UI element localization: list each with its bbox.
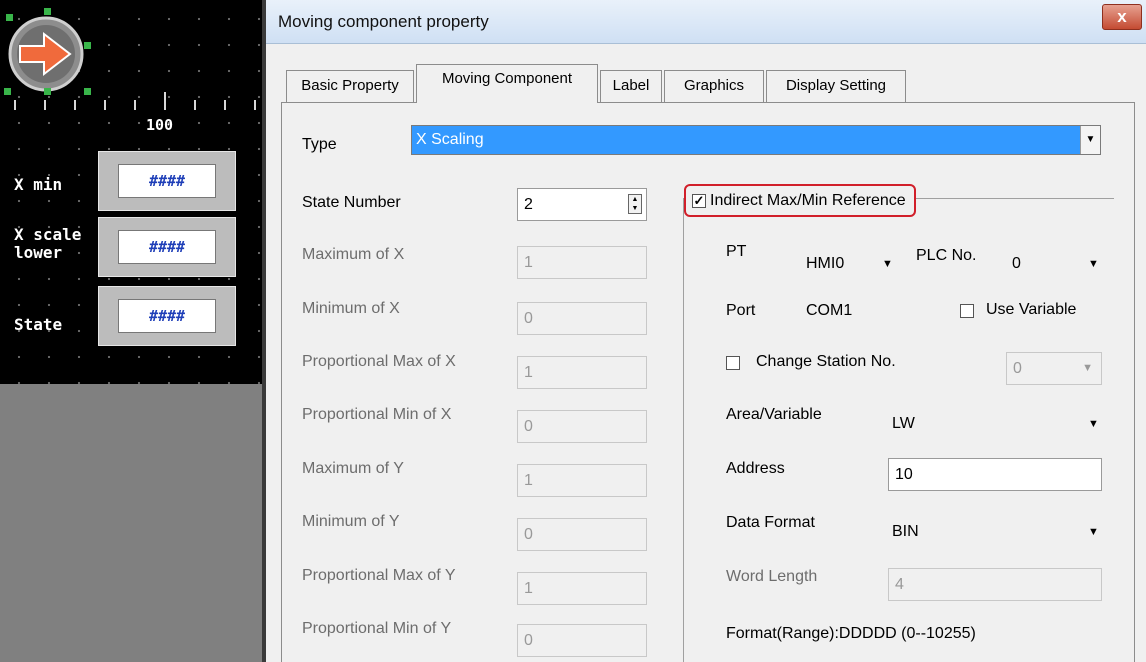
indirect-reference-callout[interactable]: Indirect Max/Min Reference (684, 184, 916, 217)
address-label: Address (726, 460, 785, 477)
ruler-tick (44, 100, 46, 110)
change-station-label: Change Station No. (756, 353, 896, 370)
plc-no-label: PLC No. (916, 247, 977, 264)
selection-handle[interactable] (84, 42, 91, 49)
chevron-down-icon[interactable]: ▼ (1080, 126, 1100, 154)
state-display[interactable]: #### (98, 286, 236, 346)
proportional-max-of-y-field: 1 (517, 572, 647, 605)
plc-no-value: 0 (1012, 255, 1021, 272)
area-variable-select[interactable]: LW ▼ (892, 412, 1104, 436)
proportional-max-of-x-label: Proportional Max of X (302, 353, 456, 370)
tab-basic-property[interactable]: Basic Property (286, 70, 414, 102)
moving-component-dialog: Moving component property x Basic Proper… (266, 0, 1146, 662)
state-value: #### (118, 299, 216, 333)
type-label: Type (302, 136, 337, 153)
ruler-tick (164, 92, 166, 110)
close-icon: x (1117, 7, 1127, 26)
pt-value: HMI0 (806, 255, 845, 272)
maximum-of-y-label: Maximum of Y (302, 460, 404, 477)
x-scale-lower-value: #### (118, 230, 216, 264)
ruler-tick (104, 100, 106, 110)
station-no-value: 0 (1013, 360, 1022, 377)
ruler-value: 100 (146, 116, 174, 134)
x-min-display[interactable]: #### (98, 151, 236, 211)
hmi-editor-canvas: 100 X min #### X scale lower #### State … (0, 0, 262, 662)
change-station-checkbox[interactable] (726, 356, 740, 370)
use-variable-label: Use Variable (986, 301, 1077, 318)
x-min-label: X min (14, 175, 63, 194)
proportional-min-of-y-field: 0 (517, 624, 647, 657)
minimum-of-x-field: 0 (517, 302, 647, 335)
plc-no-select[interactable]: 0 ▼ (1012, 252, 1102, 276)
address-input[interactable]: 10 (888, 458, 1102, 491)
station-no-select: 0 ▼ (1006, 352, 1102, 385)
close-button[interactable]: x (1102, 4, 1142, 30)
x-min-value: #### (118, 164, 216, 198)
tab-moving-component[interactable]: Moving Component (416, 64, 598, 103)
scale-ruler (0, 92, 262, 110)
state-number-value: 2 (524, 196, 533, 213)
ruler-tick (224, 100, 226, 110)
x-scale-lower-display[interactable]: #### (98, 217, 236, 277)
x-scale-lower-label: X scale lower (14, 225, 82, 262)
ruler-tick (134, 100, 136, 110)
ruler-tick (14, 100, 16, 110)
word-length-field: 4 (888, 568, 1102, 601)
hmi-screen: 100 X min #### X scale lower #### State … (0, 0, 262, 384)
type-select[interactable]: X Scaling ▼ (411, 125, 1101, 155)
tab-graphics[interactable]: Graphics (664, 70, 764, 102)
port-label: Port (726, 302, 756, 319)
tab-display-setting[interactable]: Display Setting (766, 70, 906, 102)
type-select-value: X Scaling (416, 131, 484, 148)
area-variable-value: LW (892, 415, 915, 432)
format-range-text: Format(Range):DDDDD (0--10255) (726, 625, 976, 642)
state-number-label: State Number (302, 194, 401, 211)
maximum-of-x-label: Maximum of X (302, 246, 405, 263)
minimum-of-y-field: 0 (517, 518, 647, 551)
proportional-max-of-x-field: 1 (517, 356, 647, 389)
maximum-of-x-field: 1 (517, 246, 647, 279)
pt-select[interactable]: HMI0 ▼ (806, 252, 896, 276)
chevron-down-icon: ▼ (1088, 418, 1099, 430)
data-format-label: Data Format (726, 514, 815, 531)
proportional-min-of-x-label: Proportional Min of X (302, 406, 452, 423)
word-length-label: Word Length (726, 568, 818, 585)
indirect-reference-checkbox[interactable]: ✓ (692, 194, 706, 208)
minimum-of-x-label: Minimum of X (302, 300, 400, 317)
proportional-min-of-x-field: 0 (517, 410, 647, 443)
selection-handle[interactable] (6, 14, 13, 21)
proportional-max-of-y-label: Proportional Max of Y (302, 567, 456, 584)
indirect-reference-label: Indirect Max/Min Reference (710, 192, 906, 209)
area-variable-label: Area/Variable (726, 406, 822, 423)
proportional-min-of-y-label: Proportional Min of Y (302, 620, 452, 637)
arrow-knob-icon[interactable] (6, 14, 86, 94)
state-number-spinner[interactable]: 2 ▲ ▼ (517, 188, 647, 221)
pt-label: PT (726, 243, 747, 260)
spinner-arrows-icon[interactable]: ▲ ▼ (628, 194, 642, 214)
use-variable-checkbox[interactable] (960, 304, 974, 318)
data-format-value: BIN (892, 523, 919, 540)
ruler-tick (74, 100, 76, 110)
port-value: COM1 (806, 302, 853, 319)
ruler-tick (254, 100, 256, 110)
chevron-down-icon: ▼ (1082, 362, 1093, 374)
data-format-select[interactable]: BIN ▼ (892, 520, 1104, 544)
maximum-of-y-field: 1 (517, 464, 647, 497)
state-label: State (14, 315, 63, 334)
tab-label[interactable]: Label (600, 70, 662, 102)
chevron-down-icon: ▼ (1088, 526, 1099, 538)
chevron-down-icon: ▼ (1088, 258, 1099, 270)
dialog-title: Moving component property (278, 12, 489, 31)
chevron-down-icon: ▼ (882, 258, 893, 270)
title-bar[interactable]: Moving component property x (266, 0, 1146, 44)
minimum-of-y-label: Minimum of Y (302, 513, 400, 530)
ruler-tick (194, 100, 196, 110)
selection-handle[interactable] (44, 8, 51, 15)
